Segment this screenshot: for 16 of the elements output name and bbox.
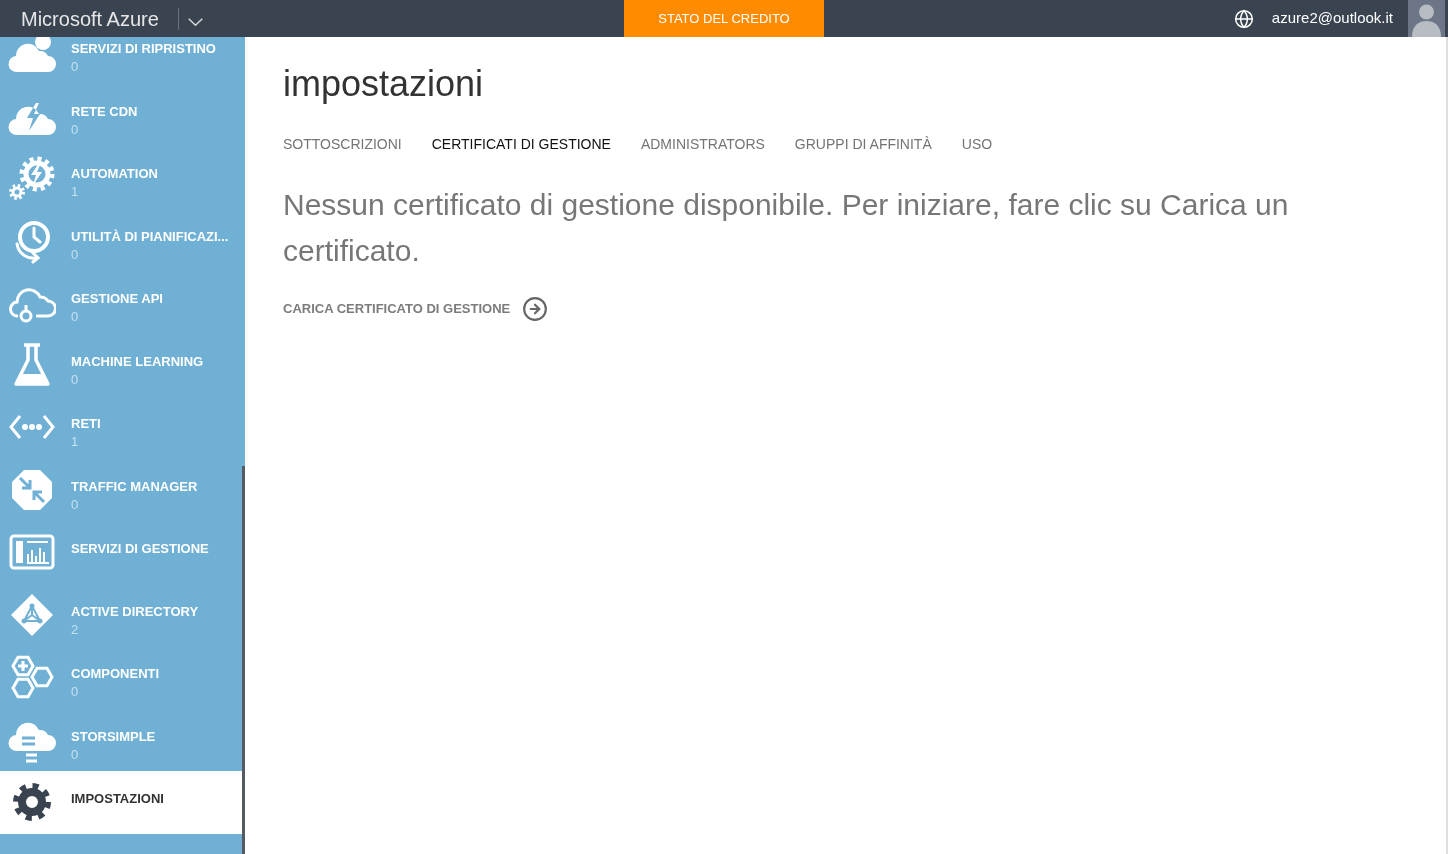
empty-state-message: Nessun certificato di gestione disponibile. Per iniziare, fare clic su Carica un certificato. <box>283 187 1290 269</box>
tab[interactable]: GRUPPI DI AFFINITÀ <box>794 134 932 154</box>
credit-status-button[interactable]: STATO DEL CREDITO <box>624 0 824 37</box>
globe-icon[interactable] <box>1233 8 1254 29</box>
page-title: impostazioni <box>283 62 484 106</box>
tab[interactable]: CERTIFICATI DI GESTIONE <box>431 134 611 154</box>
tab[interactable]: USO <box>961 134 993 154</box>
tab[interactable]: SOTTOSCRIZIONI <box>283 134 402 154</box>
tab[interactable]: ADMINISTRATORS <box>640 134 765 154</box>
brand-name[interactable]: Microsoft Azure <box>21 8 159 29</box>
account-email[interactable]: azure2@outlook.it <box>1271 7 1393 30</box>
upload-certificate-link[interactable]: CARICA CERTIFICATO DI GESTIONE <box>283 296 549 322</box>
chevron-down-icon[interactable] <box>187 17 203 26</box>
arrow-circle-icon <box>522 296 549 322</box>
scrollbar-thumb[interactable] <box>242 466 245 854</box>
sidebar-item[interactable]: IMPOSTAZIONI <box>0 771 242 834</box>
